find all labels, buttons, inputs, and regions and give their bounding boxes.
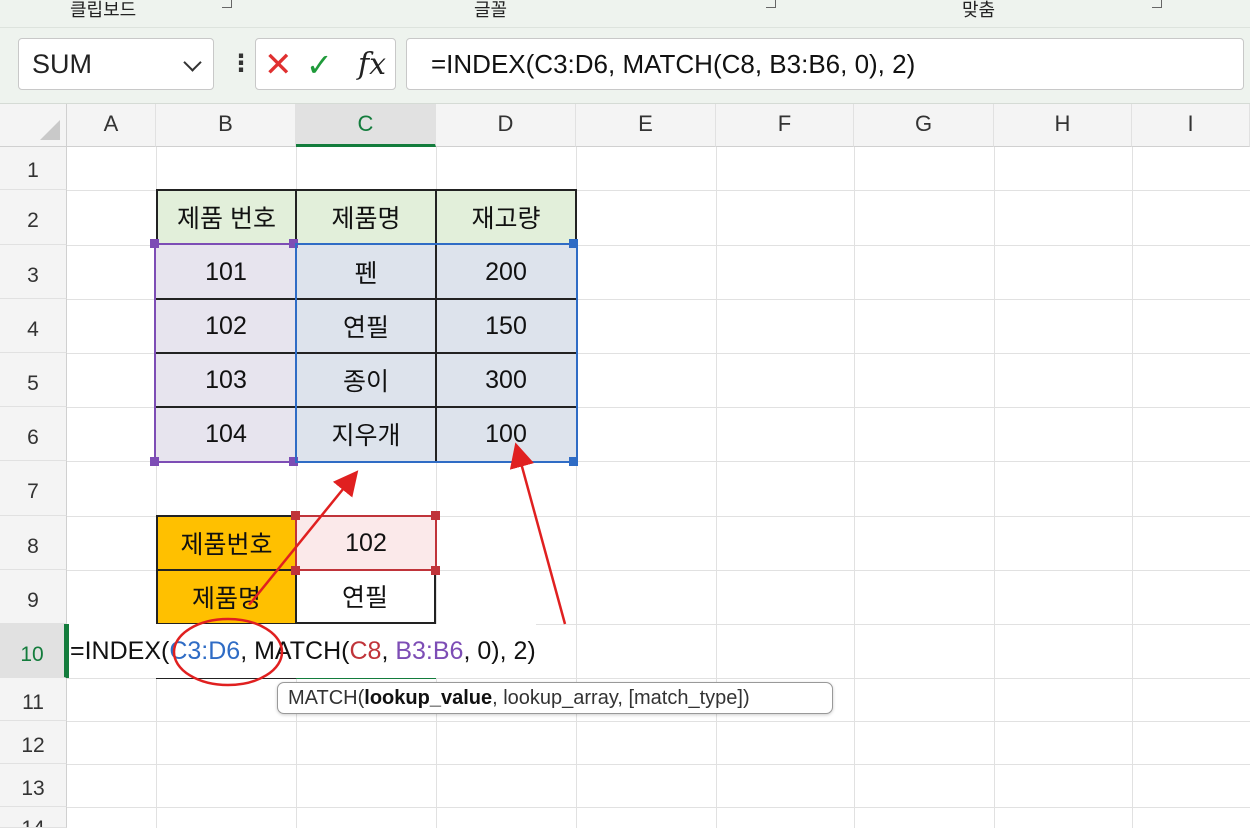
table-header-product-name[interactable]: 제품명	[295, 189, 437, 245]
formula-suffix: , 0), 2)	[463, 637, 536, 665]
row-header-5[interactable]: 5	[0, 353, 67, 407]
row-header-2[interactable]: 2	[0, 190, 67, 245]
column-header-g[interactable]: G	[854, 104, 994, 147]
row-header-4[interactable]: 4	[0, 299, 67, 353]
column-header-f[interactable]: F	[716, 104, 854, 147]
row-header-14[interactable]: 14	[0, 807, 67, 828]
gridline	[67, 807, 1250, 808]
row-header-6[interactable]: 6	[0, 407, 67, 461]
range-handle[interactable]	[431, 511, 440, 520]
chevron-down-icon[interactable]	[183, 53, 202, 72]
range-handle[interactable]	[291, 511, 300, 520]
gridline	[67, 764, 1250, 765]
formula-bar: SUM ⋮ ✕ ✓ fx =INDEX(C3:D6, MATCH(C8, B3:…	[0, 28, 1250, 104]
close-icon[interactable]: ✕	[264, 45, 293, 85]
row-header-9[interactable]: 9	[0, 570, 67, 624]
select-all-button[interactable]	[0, 104, 67, 147]
edit-cursor	[66, 624, 69, 678]
range-handle[interactable]	[569, 239, 578, 248]
gridline	[854, 147, 855, 828]
gridline	[716, 147, 717, 828]
table-header-product-number[interactable]: 제품 번호	[156, 189, 297, 245]
column-header-e[interactable]: E	[576, 104, 716, 147]
ref-cell-c8	[295, 515, 437, 571]
tooltip-current-arg[interactable]: lookup_value	[364, 687, 492, 709]
column-header-c[interactable]: C	[296, 104, 436, 147]
ribbon-group-alignment[interactable]: 맞춤	[962, 0, 995, 22]
cell-edit-formula[interactable]: =INDEX(C3:D6, MATCH(C8, B3:B6, 0), 2)	[68, 624, 536, 678]
row-header-3[interactable]: 3	[0, 245, 67, 299]
formula-ref-lookup: B3:B6	[395, 637, 464, 665]
function-tooltip[interactable]: MATCH(lookup_value, lookup_array, [match…	[277, 682, 833, 714]
result-cell[interactable]: 연필	[296, 570, 436, 624]
ribbon-group-clipboard[interactable]: 클립보드	[70, 0, 136, 22]
row-header-1[interactable]: 1	[0, 147, 67, 190]
column-header-d[interactable]: D	[436, 104, 576, 147]
row-header-10[interactable]: 10	[0, 624, 67, 678]
range-handle[interactable]	[150, 239, 159, 248]
check-icon[interactable]: ✓	[306, 45, 333, 85]
row-header-12[interactable]: 12	[0, 721, 67, 764]
label-product-name[interactable]: 제품명	[156, 569, 297, 625]
select-all-icon	[40, 120, 60, 140]
row-header-7[interactable]: 7	[0, 461, 67, 516]
ribbon-strip: 클립보드 글꼴 맞춤	[0, 0, 1250, 28]
launcher-icon[interactable]	[222, 0, 232, 8]
ref-range-c3-d6	[295, 243, 578, 463]
range-handle[interactable]	[431, 566, 440, 575]
column-header-a[interactable]: A	[67, 104, 156, 147]
table-header-stock[interactable]: 재고량	[435, 189, 577, 245]
launcher-icon[interactable]	[1152, 0, 1162, 8]
ref-range-b3-b6	[154, 243, 297, 463]
row-header-13[interactable]: 13	[0, 764, 67, 807]
name-box-value: SUM	[32, 49, 92, 79]
tooltip-function: MATCH(	[288, 687, 365, 709]
column-header-b[interactable]: B	[156, 104, 296, 147]
kebab-icon[interactable]: ⋮	[229, 52, 253, 76]
fx-icon[interactable]: fx	[358, 45, 386, 85]
row-header-11[interactable]: 11	[0, 678, 67, 721]
range-handle[interactable]	[569, 457, 578, 466]
formula-ref-range: C3:D6	[169, 637, 241, 665]
column-header-h[interactable]: H	[994, 104, 1132, 147]
gridline	[1132, 147, 1133, 828]
spreadsheet-grid[interactable]: A B C D E F G H I 1 2 3 4 5 6 7 8 9 10 1…	[0, 104, 1250, 828]
column-header-i[interactable]: I	[1132, 104, 1250, 147]
ribbon-group-font[interactable]: 글꼴	[474, 0, 507, 22]
formula-ref-cell: C8	[349, 637, 382, 665]
gridline	[67, 721, 1250, 722]
formula-input[interactable]: =INDEX(C3:D6, MATCH(C8, B3:B6, 0), 2)	[406, 38, 1244, 90]
range-handle[interactable]	[291, 566, 300, 575]
formula-separator: , MATCH(	[240, 637, 350, 665]
row-header-8[interactable]: 8	[0, 516, 67, 570]
formula-prefix: =INDEX(	[70, 637, 170, 665]
formula-actions: ✕ ✓ fx	[255, 38, 396, 90]
launcher-icon[interactable]	[766, 0, 776, 8]
formula-separator: ,	[381, 637, 396, 665]
tooltip-rest: , lookup_array, [match_type])	[492, 687, 750, 709]
range-handle[interactable]	[150, 457, 159, 466]
name-box[interactable]: SUM	[18, 38, 214, 90]
gridline	[994, 147, 995, 828]
label-product-number[interactable]: 제품번호	[156, 515, 297, 571]
